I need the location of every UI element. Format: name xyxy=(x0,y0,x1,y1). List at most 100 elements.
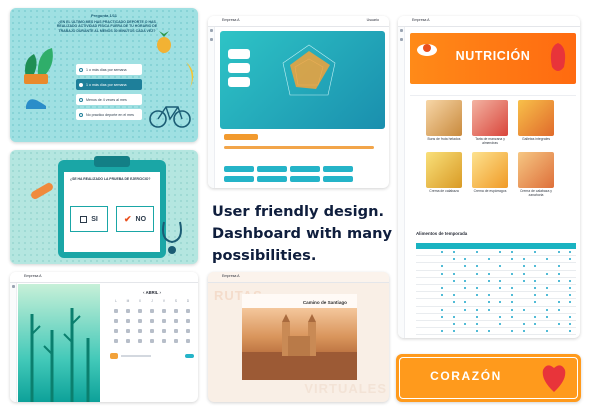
company-name: Empresa A xyxy=(222,274,240,279)
calendar-day[interactable] xyxy=(122,329,134,335)
calendar-day[interactable] xyxy=(170,329,182,335)
tagline-line-2: Dashboard with many xyxy=(212,225,392,242)
filter-row xyxy=(224,134,258,140)
table-row xyxy=(416,249,576,257)
calendar-day[interactable] xyxy=(158,329,170,335)
calendar-day[interactable] xyxy=(182,319,194,325)
yes-answer[interactable]: SI xyxy=(70,206,108,232)
action-button[interactable] xyxy=(290,176,320,182)
action-button[interactable] xyxy=(290,166,320,172)
calendar-day[interactable] xyxy=(170,319,182,325)
calendar-day[interactable] xyxy=(146,329,158,335)
filter-chip[interactable] xyxy=(224,134,258,140)
nav-icon[interactable] xyxy=(399,29,403,32)
calendar-day[interactable] xyxy=(134,309,146,315)
answer-option[interactable]: No practico deporte en el mes xyxy=(76,109,142,120)
calendar-day[interactable] xyxy=(134,339,146,345)
dish-photo[interactable] xyxy=(426,152,462,188)
stat-card[interactable] xyxy=(228,77,250,87)
action-button[interactable] xyxy=(224,176,254,182)
calendar-day[interactable] xyxy=(170,339,182,345)
action-button[interactable] xyxy=(323,176,353,182)
answer-option[interactable]: Menos de 4 veces al mes xyxy=(76,94,142,105)
calendar-day[interactable] xyxy=(110,339,122,345)
calendar-day[interactable] xyxy=(158,309,170,315)
calendar-day[interactable] xyxy=(122,339,134,345)
calendar-grid: LMXJVSD xyxy=(110,299,194,345)
weekday-label: X xyxy=(138,299,142,303)
calendar-day[interactable] xyxy=(170,309,182,315)
corazon-title: CORAZÓN xyxy=(430,369,502,383)
calendar-day[interactable] xyxy=(110,329,122,335)
nutrition-title: NUTRICIÓN xyxy=(455,49,531,63)
dish-caption: Crema de calabaza xyxy=(429,189,459,193)
weekday-label: M xyxy=(126,299,130,303)
filter-bar[interactable] xyxy=(410,88,576,96)
dish-caption: Buns de fruta helados xyxy=(427,137,461,141)
checkmark-icon: ✔ xyxy=(123,213,132,224)
dish-caption: Crema de calabaza y zanahoria xyxy=(519,189,553,197)
nav-icon[interactable] xyxy=(11,285,15,288)
calendar-day[interactable] xyxy=(158,319,170,325)
nutrition-screenshot: Empresa A NUTRICIÓN Buns de fruta helado… xyxy=(398,16,580,338)
dish-photo[interactable] xyxy=(472,152,508,188)
nav-icon[interactable] xyxy=(399,38,403,41)
calendar-day[interactable] xyxy=(146,339,158,345)
clipboard-question: ¿Se ha realizado la prueba de ejercicio? xyxy=(70,177,151,181)
sidebar xyxy=(208,16,215,188)
action-button[interactable] xyxy=(257,166,287,172)
calendar-day[interactable] xyxy=(110,319,122,325)
weekday-label: S xyxy=(174,299,178,303)
heart-icon xyxy=(542,365,566,392)
answer-option[interactable]: 1 o más días por semana xyxy=(76,64,142,75)
calendar-day[interactable] xyxy=(122,309,134,315)
calendar-day[interactable] xyxy=(182,339,194,345)
chevron-left-icon[interactable]: ‹ xyxy=(143,290,144,295)
nav-icon[interactable] xyxy=(209,29,213,32)
radar-chart xyxy=(282,44,336,96)
calendar-day[interactable] xyxy=(110,309,122,315)
action-button[interactable] xyxy=(257,176,287,182)
action-button[interactable] xyxy=(323,166,353,172)
calendar-day[interactable] xyxy=(134,319,146,325)
answer-option-selected[interactable]: 1 o más días por semana xyxy=(76,79,142,90)
calendar-header: ‹ ABRIL › xyxy=(110,290,194,295)
calendar-day[interactable] xyxy=(146,309,158,315)
calendar-day[interactable] xyxy=(182,309,194,315)
checkbox-icon xyxy=(80,215,88,223)
table-row xyxy=(416,285,576,293)
top-bar: Empresa A xyxy=(10,272,198,283)
calendar-day[interactable] xyxy=(134,329,146,335)
nav-icon[interactable] xyxy=(209,38,213,41)
user-name[interactable]: Usuario xyxy=(367,18,379,23)
dish-photo[interactable] xyxy=(518,100,554,136)
stat-card[interactable] xyxy=(228,63,250,73)
dish-photo[interactable] xyxy=(518,152,554,188)
tagline-line-1: User friendly design. xyxy=(212,203,385,220)
dish-photo[interactable] xyxy=(426,100,462,136)
corazon-banner[interactable]: CORAZÓN xyxy=(396,354,581,402)
table-row xyxy=(416,314,576,321)
seasonal-table xyxy=(416,243,576,336)
toggle-switch[interactable] xyxy=(185,353,194,359)
action-button[interactable] xyxy=(224,166,254,172)
trees-illustration xyxy=(30,308,90,402)
calendar: ‹ ABRIL › L M X J V S D xyxy=(110,290,194,359)
weekday-label: D xyxy=(186,299,190,303)
clipboard-screenshot: ¿Se ha realizado la prueba de ejercicio?… xyxy=(10,150,198,264)
calendar-day[interactable] xyxy=(182,329,194,335)
calendar-day[interactable] xyxy=(158,339,170,345)
stat-card[interactable] xyxy=(228,49,250,59)
no-answer[interactable]: ✔ NO xyxy=(116,206,154,232)
calendar-day[interactable] xyxy=(122,319,134,325)
banana-illustration xyxy=(186,62,194,88)
radio-icon xyxy=(79,67,83,72)
stethoscope-icon xyxy=(162,221,182,254)
cathedral-photo xyxy=(242,308,357,380)
calendar-day[interactable] xyxy=(146,319,158,325)
tagline: User friendly design. Dashboard with man… xyxy=(212,201,392,267)
chevron-right-icon[interactable]: › xyxy=(159,290,160,295)
table-row xyxy=(416,292,576,300)
dish-photo[interactable] xyxy=(472,100,508,136)
sidebar xyxy=(398,16,405,338)
